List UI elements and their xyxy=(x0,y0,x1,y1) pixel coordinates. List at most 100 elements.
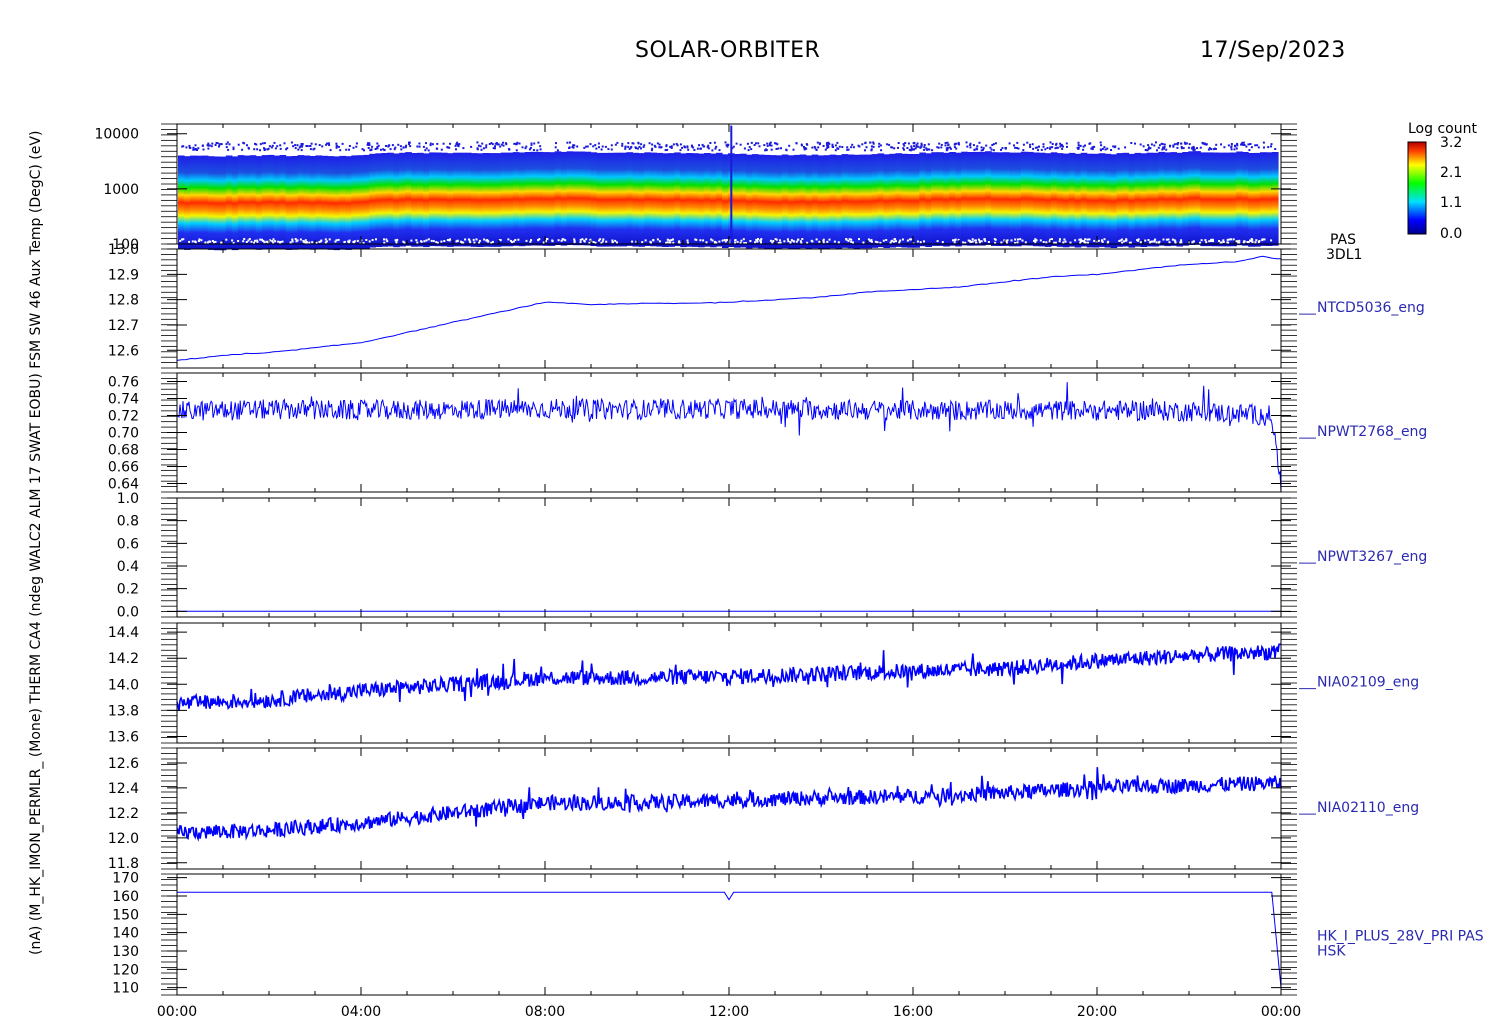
spectrogram-column xyxy=(961,151,968,246)
speckle xyxy=(851,143,854,146)
speckle xyxy=(1077,146,1080,149)
speckle xyxy=(1062,241,1065,244)
speckle xyxy=(279,147,282,150)
speckle xyxy=(209,240,212,243)
right-label: NPWT3267_eng xyxy=(1317,549,1427,565)
speckle xyxy=(681,146,684,149)
spectrogram-column xyxy=(662,153,669,247)
speckle xyxy=(289,241,292,244)
speckle xyxy=(1008,142,1011,145)
speckle xyxy=(1214,148,1217,150)
speckle xyxy=(298,146,301,149)
speckle xyxy=(225,146,228,149)
speckle xyxy=(953,143,956,146)
spectrogram-column xyxy=(1236,151,1243,246)
speckle xyxy=(989,146,992,149)
spectrogram-column xyxy=(781,154,789,249)
speckle xyxy=(725,239,728,241)
speckle xyxy=(899,239,902,242)
speckle xyxy=(442,142,445,145)
speckle xyxy=(718,149,721,152)
speckle xyxy=(237,143,240,146)
speckle xyxy=(374,148,377,150)
speckle xyxy=(1089,142,1092,145)
speckle xyxy=(1074,239,1077,242)
speckle xyxy=(368,240,371,243)
speckle xyxy=(294,144,297,147)
speckle xyxy=(1086,238,1089,241)
speckle xyxy=(926,148,929,151)
speckle xyxy=(718,240,721,243)
speckle xyxy=(470,145,473,148)
speckle xyxy=(805,143,808,146)
speckle xyxy=(579,241,582,244)
speckle xyxy=(243,238,246,240)
speckle xyxy=(335,146,338,149)
y-tick-label: 14.0 xyxy=(108,677,139,693)
speckle xyxy=(709,142,712,144)
speckle xyxy=(621,142,624,145)
speckle xyxy=(711,149,714,152)
speckle xyxy=(469,241,472,244)
speckle xyxy=(760,241,762,244)
spectrogram-column xyxy=(698,153,705,248)
speckle xyxy=(246,144,248,147)
speckle xyxy=(1153,239,1156,242)
series-NPWT2768_eng xyxy=(176,382,1282,493)
speckle xyxy=(191,240,194,243)
speckle xyxy=(643,144,646,147)
speckle xyxy=(650,241,652,244)
speckle xyxy=(1110,149,1112,151)
y-tick-label: 14.4 xyxy=(108,625,139,641)
speckle xyxy=(418,145,421,148)
speckle xyxy=(294,238,297,240)
speckle xyxy=(726,145,729,148)
spectrogram-column xyxy=(1104,153,1112,248)
speckle xyxy=(1257,146,1260,149)
speckle xyxy=(276,145,279,148)
speckle xyxy=(831,143,834,146)
speckle xyxy=(640,147,642,150)
speckle xyxy=(750,148,753,151)
speckle xyxy=(1168,241,1171,244)
speckle xyxy=(1192,147,1195,150)
spectrogram-column xyxy=(1272,152,1279,246)
speckle xyxy=(818,240,821,243)
speckle xyxy=(1065,142,1068,145)
speckle xyxy=(656,238,659,241)
spectrogram-column xyxy=(907,154,914,248)
speckle xyxy=(1056,146,1059,149)
spectrogram-column xyxy=(225,155,233,250)
spectrogram-column xyxy=(650,152,657,247)
speckle xyxy=(637,142,640,145)
y-tick-label: 110 xyxy=(112,981,139,997)
spectrogram-column xyxy=(949,152,956,246)
speckle xyxy=(1163,143,1166,146)
spectrogram-column xyxy=(1050,152,1058,246)
speckle xyxy=(207,147,210,150)
speckle xyxy=(483,238,486,241)
speckle xyxy=(259,143,262,146)
speckle xyxy=(631,240,634,243)
x-tick-label: 00:00 xyxy=(157,1004,197,1020)
speckle xyxy=(923,146,926,149)
speckle xyxy=(1035,239,1038,242)
spectrogram-column xyxy=(1086,153,1094,248)
speckle xyxy=(416,145,419,148)
spectrogram-column xyxy=(1015,152,1022,247)
speckle xyxy=(701,143,704,146)
speckle xyxy=(1202,142,1205,145)
speckle xyxy=(635,147,637,150)
x-tick-label: 08:00 xyxy=(525,1004,565,1020)
speckle xyxy=(946,141,949,144)
panel-2: 13.0 12.9 12.8 12.7 12.6 NTCD5036_eng xyxy=(108,242,1425,369)
speckle xyxy=(508,148,510,151)
speckle xyxy=(658,240,661,243)
spectrogram-column xyxy=(937,152,944,246)
speckle xyxy=(641,241,644,244)
speckle xyxy=(1255,239,1258,242)
speckle xyxy=(391,144,394,147)
spectrogram-column xyxy=(459,152,466,247)
speckle xyxy=(410,239,413,242)
spectrogram-column xyxy=(315,155,323,250)
